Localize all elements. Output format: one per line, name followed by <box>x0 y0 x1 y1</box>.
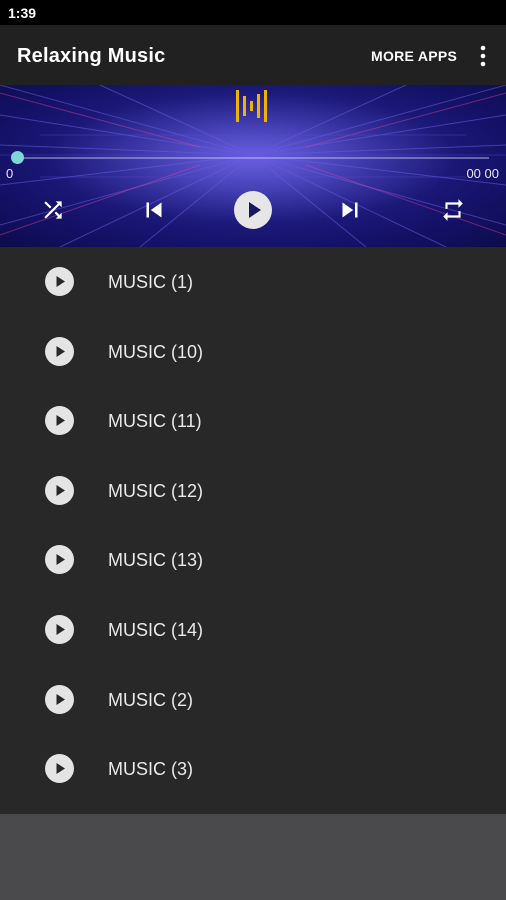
play-circle-icon <box>45 754 74 783</box>
status-bar: 1:39 <box>0 0 506 25</box>
track-label: MUSIC (3) <box>108 759 193 779</box>
track-label: MUSIC (13) <box>108 550 204 570</box>
more-vert-icon[interactable] <box>472 44 494 68</box>
play-circle-icon <box>45 406 74 435</box>
track-label: MUSIC (14) <box>108 620 204 640</box>
more-apps-button[interactable]: MORE APPS <box>371 25 457 87</box>
play-circle-icon <box>45 615 74 644</box>
track-item[interactable]: MUSIC (11) <box>0 386 506 455</box>
app-title: Relaxing Music <box>17 45 166 67</box>
play-circle-icon <box>45 476 74 505</box>
track-label: MUSIC (10) <box>108 342 204 362</box>
track-item[interactable]: MUSIC (3) <box>0 734 506 803</box>
shuffle-icon <box>44 201 62 219</box>
track-item[interactable]: MUSIC (13) <box>0 525 506 594</box>
previous-button[interactable] <box>139 195 169 230</box>
player-panel: 0 00 00 <box>0 85 506 247</box>
track-label: MUSIC (11) <box>108 411 202 431</box>
track-label: MUSIC (2) <box>108 690 193 710</box>
track-item[interactable]: MUSIC (12) <box>0 456 506 525</box>
skip-next-icon <box>342 202 358 218</box>
track-item[interactable]: MUSIC (1) <box>0 247 506 316</box>
track-label: MUSIC (12) <box>108 481 204 501</box>
equalizer-icon <box>236 90 267 122</box>
track-item[interactable]: MUSIC (2) <box>0 665 506 734</box>
repeat-icon <box>443 199 463 221</box>
time-total: 00 00 <box>466 166 499 181</box>
play-pause-button[interactable] <box>234 191 272 234</box>
play-circle-icon <box>45 545 74 574</box>
seek-thumb[interactable] <box>11 151 24 164</box>
repeat-button[interactable] <box>440 197 466 228</box>
play-icon <box>234 191 272 229</box>
play-circle-icon <box>45 337 74 366</box>
app-bar: Relaxing Music MORE APPS <box>0 25 506 85</box>
shuffle-button[interactable] <box>40 197 66 228</box>
skip-previous-icon <box>146 202 162 218</box>
bottom-area <box>0 814 506 900</box>
track-label: MUSIC (1) <box>108 272 193 292</box>
track-item[interactable]: MUSIC (10) <box>0 317 506 386</box>
play-circle-icon <box>45 685 74 714</box>
seek-bar[interactable] <box>17 157 489 159</box>
track-list: MUSIC (1) MUSIC (10) MUSIC (11) MUSIC (1… <box>0 247 506 814</box>
status-time: 1:39 <box>8 5 37 21</box>
next-button[interactable] <box>335 195 365 230</box>
play-circle-icon <box>45 267 74 296</box>
track-item[interactable]: MUSIC (14) <box>0 595 506 664</box>
time-elapsed: 0 <box>6 166 14 181</box>
